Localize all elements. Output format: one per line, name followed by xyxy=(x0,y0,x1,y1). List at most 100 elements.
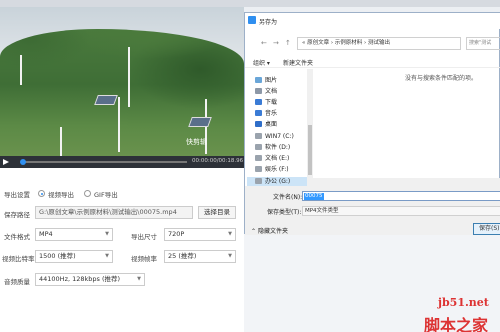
documents-icon xyxy=(255,88,262,94)
pictures-icon xyxy=(255,77,262,83)
save-path-field[interactable]: G:\原创文章\示例原材料\测试输出\00075.mp4 xyxy=(35,206,193,219)
save-path-label: 保存路径 xyxy=(4,211,30,219)
nav-item-drive-d[interactable]: 软件 (D:) xyxy=(255,143,290,153)
hide-folders-label: 隐藏文件夹 xyxy=(257,228,288,235)
up-arrow-icon[interactable]: ↑ xyxy=(285,39,291,47)
back-arrow-icon[interactable]: ← xyxy=(261,39,267,47)
wind-turbine xyxy=(118,97,120,152)
nav-item-label: 办公 (G:) xyxy=(265,178,291,185)
nav-item-label: 娱乐 (F:) xyxy=(265,166,289,173)
chevron-down-icon: ▼ xyxy=(228,231,232,237)
progress-track[interactable] xyxy=(22,161,187,163)
nav-item-label: 软件 (D:) xyxy=(265,144,291,151)
export-size-select[interactable]: 720P ▼ xyxy=(164,228,236,241)
export-settings-panel: 导出设置 视频导出 GIF导出 保存路径 G:\原创文章\示例原材料\测试输出\… xyxy=(0,168,244,332)
organize-button[interactable]: 组织 ▾ xyxy=(253,58,270,67)
dialog-titlebar[interactable]: 另存为 xyxy=(245,13,500,29)
file-format-select[interactable]: MP4 ▼ xyxy=(35,228,113,241)
audio-quality-label: 音频质量 xyxy=(4,278,30,286)
save-button[interactable]: 保存(S) xyxy=(473,223,500,235)
drive-icon xyxy=(255,155,262,161)
drive-icon xyxy=(255,178,262,184)
dialog-toolbar: 组织 ▾ 新建文件夹 xyxy=(245,56,500,68)
video-controls: 00:00:00/00:18.96 xyxy=(0,156,244,168)
nav-item-downloads[interactable]: 下载 xyxy=(255,98,277,108)
drive-icon xyxy=(255,144,262,150)
nav-scrollbar-thumb[interactable] xyxy=(308,125,312,175)
nav-item-label: 文档 xyxy=(265,88,278,95)
nav-item-desktop[interactable]: 桌面 xyxy=(255,120,277,130)
dialog-title: 另存为 xyxy=(259,19,278,26)
nav-item-label: 桌面 xyxy=(265,121,278,128)
chevron-down-icon: ▼ xyxy=(105,231,109,237)
wind-turbine xyxy=(20,55,22,85)
nav-item-pictures[interactable]: 图片 xyxy=(255,76,277,86)
audio-quality-value: 44100Hz, 128kbps (推荐) xyxy=(39,275,121,283)
bitrate-value: 1500 (推荐) xyxy=(39,252,76,260)
drive-icon xyxy=(255,133,262,139)
gif-export-radio[interactable] xyxy=(84,190,91,197)
export-size-label: 导出尺寸 xyxy=(131,233,157,241)
chevron-down-icon: ▼ xyxy=(228,253,232,259)
video-watermark: 快剪辑 xyxy=(186,138,207,146)
dialog-bottom-area: 文件名(N): 00075 保存类型(T): MP4文件类型 ⌃ 隐藏文件夹 保… xyxy=(245,186,500,235)
empty-results-message: 没有与搜索条件匹配的项。 xyxy=(405,75,478,82)
drive-icon xyxy=(255,166,262,172)
filetype-select[interactable]: MP4文件类型 xyxy=(302,206,500,216)
nav-item-drive-f[interactable]: 娱乐 (F:) xyxy=(255,165,289,175)
video-hills xyxy=(0,29,244,168)
solar-panel xyxy=(188,117,212,127)
forward-arrow-icon[interactable]: → xyxy=(273,39,279,47)
music-icon xyxy=(255,110,262,116)
choose-directory-button[interactable]: 选择目录 xyxy=(198,206,236,219)
filetype-label: 保存类型(T): xyxy=(267,209,302,216)
export-size-value: 720P xyxy=(168,230,185,238)
nav-item-label: 音乐 xyxy=(265,110,278,117)
site-watermark-url: jb51.net xyxy=(438,296,489,309)
framerate-select[interactable]: 25 (推荐) ▼ xyxy=(164,250,236,263)
address-bar[interactable]: « 原创文章 › 示例原材料 › 测试输出 xyxy=(297,37,461,50)
nav-item-drive-c[interactable]: WIN7 (C:) xyxy=(255,132,294,142)
content-hscrollbar[interactable] xyxy=(313,178,500,186)
nav-scrollbar[interactable] xyxy=(307,69,313,186)
audio-quality-select[interactable]: 44100Hz, 128kbps (推荐) ▼ xyxy=(35,273,145,286)
hide-folders-toggle[interactable]: ⌃ 隐藏文件夹 xyxy=(251,226,288,235)
nav-item-documents[interactable]: 文档 xyxy=(255,87,277,97)
framerate-label: 视频帧率 xyxy=(131,255,157,263)
export-settings-label: 导出设置 xyxy=(4,191,30,199)
desktop-icon xyxy=(255,121,262,127)
gif-export-label[interactable]: GIF导出 xyxy=(94,189,118,199)
save-as-dialog: 另存为 ← → ↑ « 原创文章 › 示例原材料 › 测试输出 搜索"测试 组织… xyxy=(244,12,500,235)
nav-item-label: 文档 (E:) xyxy=(265,155,290,162)
address-row: ← → ↑ « 原创文章 › 示例原材料 › 测试输出 搜索"测试 xyxy=(245,37,500,50)
bitrate-label: 视频比特率 xyxy=(2,255,35,263)
chevron-up-icon: ⌃ xyxy=(251,228,258,235)
framerate-value: 25 (推荐) xyxy=(168,252,197,260)
nav-item-label: 图片 xyxy=(265,77,278,84)
bitrate-select[interactable]: 1500 (推荐) ▼ xyxy=(35,250,113,263)
filename-label: 文件名(N): xyxy=(273,194,303,201)
wind-turbine xyxy=(128,47,130,107)
wind-turbine xyxy=(60,127,62,157)
navigation-pane: 图片 文档 下载 音乐 桌面 WIN7 (C:) 软件 (D:) 文档 (E:)… xyxy=(245,69,313,187)
time-display: 00:00:00/00:18.96 xyxy=(192,158,244,164)
nav-item-drive-e[interactable]: 文档 (E:) xyxy=(255,154,289,164)
top-strip xyxy=(0,0,500,7)
filename-value: 00075 xyxy=(304,193,324,200)
nav-item-music[interactable]: 音乐 xyxy=(255,109,277,119)
search-input[interactable]: 搜索"测试 xyxy=(466,37,500,50)
download-icon xyxy=(255,99,262,105)
video-preview[interactable]: 快剪辑 xyxy=(0,7,244,168)
nav-item-label: WIN7 (C:) xyxy=(265,133,294,140)
progress-thumb[interactable] xyxy=(20,159,26,165)
file-format-value: MP4 xyxy=(39,230,53,238)
video-export-label[interactable]: 视频导出 xyxy=(48,189,74,199)
play-icon[interactable] xyxy=(3,159,9,165)
solar-panel xyxy=(94,95,118,105)
chevron-down-icon: ▼ xyxy=(105,253,109,259)
new-folder-button[interactable]: 新建文件夹 xyxy=(283,58,313,67)
chevron-down-icon: ▼ xyxy=(137,276,141,282)
video-export-radio[interactable] xyxy=(38,190,45,197)
filename-input[interactable]: 00075 xyxy=(302,191,500,201)
app-logo-icon xyxy=(248,16,256,24)
